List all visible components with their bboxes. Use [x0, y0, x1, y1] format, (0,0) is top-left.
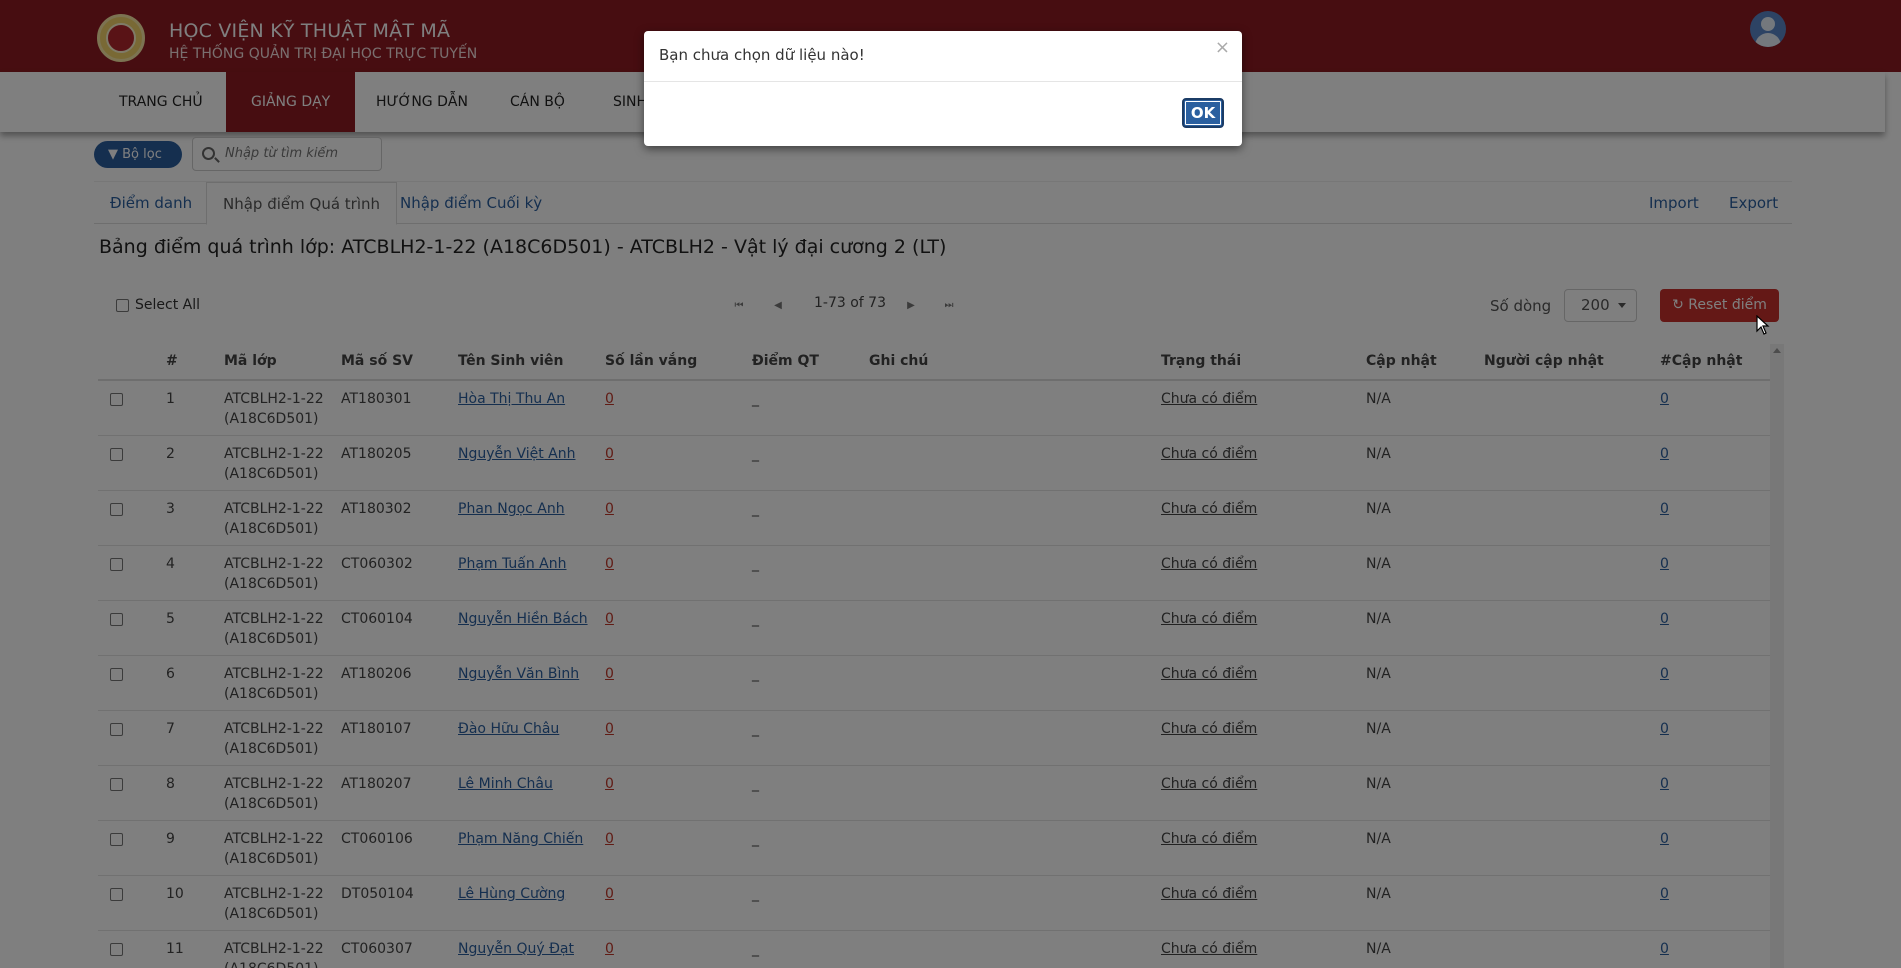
alert-dialog: Bạn chưa chọn dữ liệu nào! × OK [644, 31, 1242, 146]
dialog-divider [644, 81, 1242, 82]
close-icon[interactable]: × [1215, 37, 1230, 58]
ok-button[interactable]: OK [1182, 98, 1224, 128]
alert-message: Bạn chưa chọn dữ liệu nào! [659, 46, 865, 64]
